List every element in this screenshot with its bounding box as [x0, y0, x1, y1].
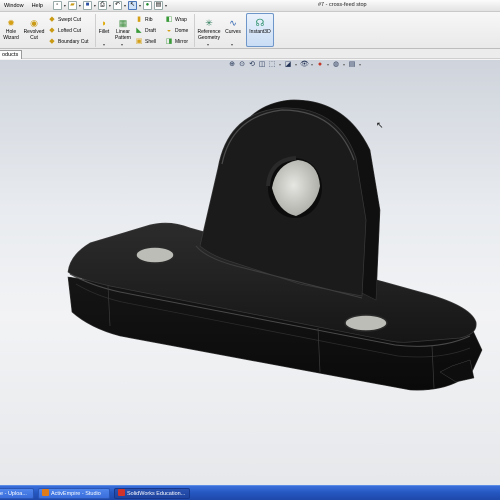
wrap-button[interactable]: ◧ Wrap [165, 15, 187, 25]
shell-button[interactable]: ▣ Shell [135, 37, 156, 47]
boundary-cut-button[interactable]: ◆ Boundary Cut [48, 37, 89, 47]
curves-dropdown-icon[interactable]: ▾ [231, 42, 233, 47]
fillet-dropdown-icon[interactable]: ▾ [103, 42, 105, 47]
command-manager-tabs: oducts [0, 49, 500, 59]
chevron-down-icon[interactable]: ▾ [109, 3, 111, 8]
chevron-down-icon[interactable]: ▾ [94, 3, 96, 8]
reference-geometry-button[interactable]: ✳ Reference Geometry [196, 18, 222, 41]
select-icon[interactable]: ↖ [127, 1, 137, 10]
shell-label: Shell [145, 39, 157, 45]
taskbar-item-activempire-label: ActivEmpire - Studio [51, 491, 101, 497]
hole-wizard-button[interactable]: ✹ Hole Wizard [2, 18, 20, 41]
instant3d-label: Instant3D [249, 29, 271, 35]
graphics-area[interactable]: ⊕ ⊙ ⟲ ◫ ⬚ ▾ ◪ ▾ 👁 ▾ ● ▾ ◍ ▾ ▤ ▾ ↖ [0, 60, 500, 485]
print-icon[interactable]: ⎙ [97, 1, 107, 10]
linear-pattern-button[interactable]: ▦ Linear Pattern [113, 18, 133, 41]
hole-wizard-icon: ✹ [7, 18, 15, 28]
taskbar-item-upload-label: e - Uploa... [0, 491, 27, 497]
curves-label: Curves [225, 29, 241, 35]
linear-pattern-label-2: Pattern [114, 35, 132, 41]
boundary-cut-icon: ◆ [49, 38, 55, 45]
chevron-down-icon[interactable]: ▾ [64, 3, 66, 8]
instant3d-icon: ☊ [255, 18, 265, 29]
dome-button[interactable]: ◒ Dome [165, 26, 188, 36]
swept-cut-label: Swept Cut [58, 17, 82, 23]
shell-icon: ▣ [135, 38, 143, 45]
draft-icon: ◣ [136, 27, 142, 34]
taskbar-item-solidworks[interactable]: SolidWorks Education... [114, 488, 190, 499]
options-icon[interactable]: ▤ [153, 1, 163, 10]
chevron-down-icon[interactable]: ▾ [79, 3, 81, 8]
curves-icon: ∿ [229, 18, 237, 28]
chevron-down-icon[interactable]: ▾ [165, 3, 167, 8]
boundary-cut-label: Boundary Cut [58, 39, 89, 45]
command-manager: ✹ Hole Wizard ◉ Revolved Cut ◆ Swept Cut… [0, 12, 500, 49]
swept-cut-button[interactable]: ◆ Swept Cut [48, 15, 81, 25]
lofted-cut-button[interactable]: ◆ Lofted Cut [48, 26, 81, 36]
lofted-cut-icon: ◆ [49, 27, 55, 34]
rebuild-icon[interactable]: ● [142, 1, 152, 10]
dome-label: Dome [175, 28, 189, 34]
reference-geometry-label-2: Geometry [198, 35, 220, 41]
chevron-down-icon[interactable]: ▾ [124, 3, 126, 8]
windows-taskbar: e - Uploa... ActivEmpire - Studio SolidW… [0, 485, 500, 500]
revolved-cut-label-2: Cut [30, 35, 38, 41]
revolved-cut-icon: ◉ [30, 18, 38, 28]
draft-label: Draft [145, 28, 156, 34]
solidworks-icon [118, 489, 125, 496]
fillet-icon: ◗ [101, 18, 107, 28]
hole-wizard-label-2: Wizard [3, 35, 19, 41]
mirror-button[interactable]: ◨ Mirror [165, 37, 188, 47]
instant3d-button[interactable]: ☊ Instant3D [246, 13, 274, 47]
reference-geometry-dropdown-icon[interactable]: ▾ [207, 42, 209, 47]
ribbon-separator [95, 14, 96, 47]
swept-cut-icon: ◆ [49, 16, 55, 23]
part-model[interactable] [0, 60, 500, 485]
rib-button[interactable]: ▮ Rib [135, 15, 153, 25]
fillet-label: Fillet [98, 29, 110, 35]
lofted-cut-label: Lofted Cut [58, 28, 82, 34]
fillet-button[interactable]: ◗ Fillet [97, 18, 111, 35]
quick-access-toolbar: ▫ ▾ ▰ ▾ ■ ▾ ⎙ ▾ ↶ ▾ ↖ ▾ ● ▤ ▾ [52, 1, 167, 10]
taskbar-item-solidworks-label: SolidWorks Education... [127, 491, 186, 497]
linear-pattern-dropdown-icon[interactable]: ▾ [121, 42, 123, 47]
chevron-down-icon[interactable]: ▾ [139, 3, 141, 8]
mounting-hole-left [135, 246, 175, 264]
mounting-hole-right [344, 314, 388, 332]
menu-help[interactable]: Help [28, 3, 47, 9]
wrap-label: Wrap [175, 17, 187, 23]
document-title: #7 - cross-feed stop [318, 2, 367, 8]
undo-icon[interactable]: ↶ [112, 1, 122, 10]
save-icon[interactable]: ■ [82, 1, 92, 10]
taskbar-item-upload[interactable]: e - Uploa... [0, 488, 34, 499]
linear-pattern-icon: ▦ [118, 18, 128, 28]
wrap-icon: ◧ [165, 16, 173, 23]
reference-geometry-icon: ✳ [205, 18, 213, 28]
mirror-icon: ◨ [165, 38, 173, 45]
tab-products[interactable]: oducts [0, 50, 23, 59]
draft-button[interactable]: ◣ Draft [135, 26, 156, 36]
ribbon-separator [194, 14, 195, 47]
taskbar-item-activempire[interactable]: ActivEmpire - Studio [38, 488, 110, 499]
dome-icon: ◒ [166, 27, 172, 34]
curves-button[interactable]: ∿ Curves [224, 18, 242, 35]
new-document-icon[interactable]: ▫ [52, 1, 62, 10]
rib-icon: ▮ [137, 16, 141, 23]
rib-label: Rib [145, 17, 153, 23]
menu-bar: Window Help ▫ ▾ ▰ ▾ ■ ▾ ⎙ ▾ ↶ ▾ ↖ ▾ ● ▤ ▾ #7 - … [0, 0, 500, 12]
menu-window[interactable]: Window [0, 3, 28, 9]
mirror-label: Mirror [175, 39, 189, 45]
revolved-cut-button[interactable]: ◉ Revolved Cut [22, 18, 46, 41]
activempire-icon [42, 489, 49, 496]
open-folder-icon[interactable]: ▰ [67, 1, 77, 10]
mouse-cursor-icon: ↖ [376, 120, 384, 130]
